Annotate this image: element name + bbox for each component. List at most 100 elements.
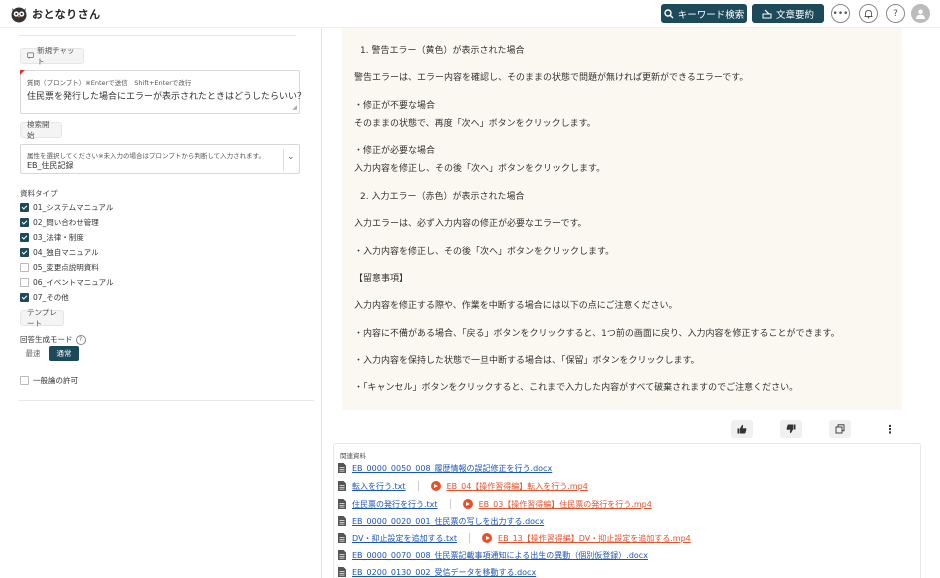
reference-row: 転入を行う.txt EB_04【操作習得編】転入を行う.mp4 (338, 479, 588, 493)
mode-normal-label: 通常 (56, 349, 72, 358)
thumbs-down-button[interactable] (780, 420, 802, 438)
checkbox-label: 一般論の許可 (33, 375, 78, 385)
prompt-value[interactable]: 住民票を発行した場合にエラーが表示されたときはどうしたらいい？ (27, 89, 306, 102)
reference-doc-link[interactable]: EB_0000_0050_008_履歴情報の誤記修正を行う.docx (352, 463, 552, 474)
help-icon[interactable]: ? (75, 334, 86, 345)
bell-icon (864, 9, 873, 19)
mode-fast-label: 最速 (25, 349, 41, 358)
app-header: おとなりさん キーワード検索 文章要約 ••• ? (0, 0, 940, 28)
prompt-input[interactable]: 質問（プロンプト）※Enterで送信 Shift+Enterで改行 住民票を発行… (20, 70, 306, 114)
template-label: テンプレート (27, 308, 57, 328)
reference-row: EB_0000_0020_001_住民票の写しを出力する.docx (338, 514, 544, 528)
checkbox[interactable] (20, 277, 29, 287)
keyword-search-button[interactable]: キーワード検索 (661, 4, 747, 23)
reference-doc-link[interactable]: EB_0000_0070_008_住民票記載事項通知による出生の異動（個別仮登録… (352, 550, 648, 561)
checkbox[interactable] (20, 202, 29, 212)
references-title: 関連資料 (340, 452, 366, 460)
checkbox[interactable] (20, 292, 29, 302)
document-icon (338, 481, 346, 491)
mode-normal-option[interactable]: 通常 (49, 346, 79, 361)
summary-button[interactable]: 文章要約 (752, 4, 824, 23)
material-type-checkbox[interactable]: 05_変更点説明資料 (20, 261, 99, 273)
summary-icon (762, 9, 772, 18)
answer-text: 入力エラーは、必ず入力内容の修正が必要なエラーです。 (354, 219, 587, 229)
chevron-down-icon[interactable]: ⌄ (287, 152, 295, 162)
document-icon (338, 516, 346, 526)
answer-text: ・入力内容を修正し、その後「次へ」ボタンをクリックします。 (354, 247, 615, 257)
mode-label: 回答生成モード (20, 335, 73, 344)
answer-panel: 1. 警告エラー（黄色）が表示された場合 警告エラーは、エラー内容を確認し、その… (342, 28, 902, 410)
more-icon: ••• (832, 8, 849, 19)
reference-doc-link[interactable]: EB_0200_0130_002_受信データを移動する.docx (352, 567, 536, 578)
material-type-checkbox[interactable]: 07_その他 (20, 291, 69, 303)
resize-grip-icon[interactable]: ◢ (292, 104, 297, 111)
user-icon (916, 9, 925, 19)
answer-text: ・「キャンセル」ボタンをクリックすると、これまで入力した内容がすべて破棄されます… (354, 383, 799, 393)
material-type-checkbox[interactable]: 02_問い合わせ管理 (20, 216, 99, 228)
notification-button[interactable] (859, 4, 878, 23)
reference-video-link[interactable]: EB_03【操作習得編】住民票の発行を行う.mp4 (479, 499, 652, 510)
user-avatar[interactable] (911, 4, 930, 23)
answer-text: ・修正が必要な場合 (354, 146, 436, 156)
divider (18, 35, 296, 36)
attribute-select[interactable]: 属性を選択してください※未入力の場合はプロンプトから判断して入力されます。 EB… (20, 144, 300, 174)
new-chat-label: 新規チャット (37, 46, 75, 66)
reference-video-link[interactable]: EB_04【操作習得編】転入を行う.mp4 (447, 481, 588, 492)
checkbox[interactable] (20, 232, 29, 242)
checkbox[interactable] (20, 262, 29, 272)
play-icon (462, 499, 473, 509)
more-menu-button[interactable]: ••• (831, 4, 850, 23)
play-icon (430, 481, 441, 491)
material-type-checkbox[interactable]: 04_独自マニュアル (20, 246, 99, 258)
reference-row: 住民票の発行を行う.txt EB_03【操作習得編】住民票の発行を行う.mp4 (338, 497, 652, 511)
answer-heading: 【留意事項】 (354, 274, 409, 284)
checkbox-label: 06_イベントマニュアル (33, 277, 114, 287)
answer-text: そのままの状態で、再度「次へ」ボタンをクリックします。 (354, 119, 596, 129)
material-type-checkbox[interactable]: 06_イベントマニュアル (20, 276, 114, 288)
reference-doc-link[interactable]: DV・抑止設定を追加する.txt (352, 533, 457, 544)
divider (449, 499, 451, 509)
attribute-value: EB_住民記録 (27, 161, 74, 170)
prompt-label: 質問（プロンプト）※Enterで送信 Shift+Enterで改行 (27, 79, 192, 87)
template-button[interactable]: テンプレート (20, 308, 64, 328)
checkbox-label: 07_その他 (33, 292, 69, 302)
divider (469, 533, 471, 543)
reference-row: EB_0000_0070_008_住民票記載事項通知による出生の異動（個別仮登録… (338, 548, 648, 562)
checkbox-label: 01_システムマニュアル (33, 202, 114, 212)
mode-label-row: 回答生成モード ? (20, 334, 86, 345)
help-button[interactable]: ? (886, 4, 905, 23)
checkbox[interactable] (20, 247, 29, 257)
reference-doc-link[interactable]: 住民票の発行を行う.txt (352, 499, 438, 510)
thumbs-up-icon (737, 424, 747, 434)
search-start-button[interactable]: 検索開始 (20, 120, 62, 140)
reference-row: EB_0200_0130_002_受信データを移動する.docx (338, 565, 536, 578)
material-type-label: 資料タイプ (20, 189, 58, 198)
checkbox-label: 04_独自マニュアル (33, 247, 99, 257)
reference-video-link[interactable]: EB_13【操作習得編】DV・抑止設定を追加する.mp4 (498, 533, 691, 544)
new-chat-button[interactable]: 新規チャット (20, 46, 84, 66)
play-icon (482, 533, 493, 543)
material-type-checkbox[interactable]: 03_法律・制度 (20, 231, 84, 243)
owl-logo-icon (11, 7, 27, 23)
divider (18, 400, 314, 401)
kebab-menu-icon[interactable]: ⋮ (879, 420, 901, 438)
answer-text: 入力内容を修正する際や、作業を中断する場合には以下の点にご注意ください。 (354, 301, 678, 311)
keyword-search-label: キーワード検索 (677, 9, 745, 21)
checkbox[interactable] (20, 217, 29, 227)
answer-text: ・内容に不備がある場合、「戻る」ボタンをクリックすると、1つ前の画面に戻り、入力… (354, 329, 840, 339)
mode-fast-option[interactable]: 最速 (20, 346, 46, 361)
divider (417, 481, 419, 491)
divider (283, 149, 284, 171)
checkbox[interactable] (20, 375, 29, 385)
general-permission-checkbox[interactable]: 一般論の許可 (20, 374, 78, 386)
copy-button[interactable] (829, 420, 851, 438)
attribute-label: 属性を選択してください※未入力の場合はプロンプトから判断して入力されます。 (27, 152, 266, 160)
thumbs-up-button[interactable] (731, 420, 753, 438)
checkbox-label: 02_問い合わせ管理 (33, 217, 99, 227)
reference-doc-link[interactable]: 転入を行う.txt (352, 481, 406, 492)
answer-text: ・入力内容を保持した状態で一旦中断する場合は、「保留」ボタンをクリックします。 (354, 356, 700, 366)
reference-doc-link[interactable]: EB_0000_0020_001_住民票の写しを出力する.docx (352, 516, 544, 527)
answer-text: 警告エラーは、エラー内容を確認し、そのままの状態で問題が無ければ更新ができるエラ… (354, 73, 749, 83)
material-type-checkbox[interactable]: 01_システムマニュアル (20, 201, 113, 213)
answer-text: ・修正が不要な場合 (354, 101, 436, 111)
